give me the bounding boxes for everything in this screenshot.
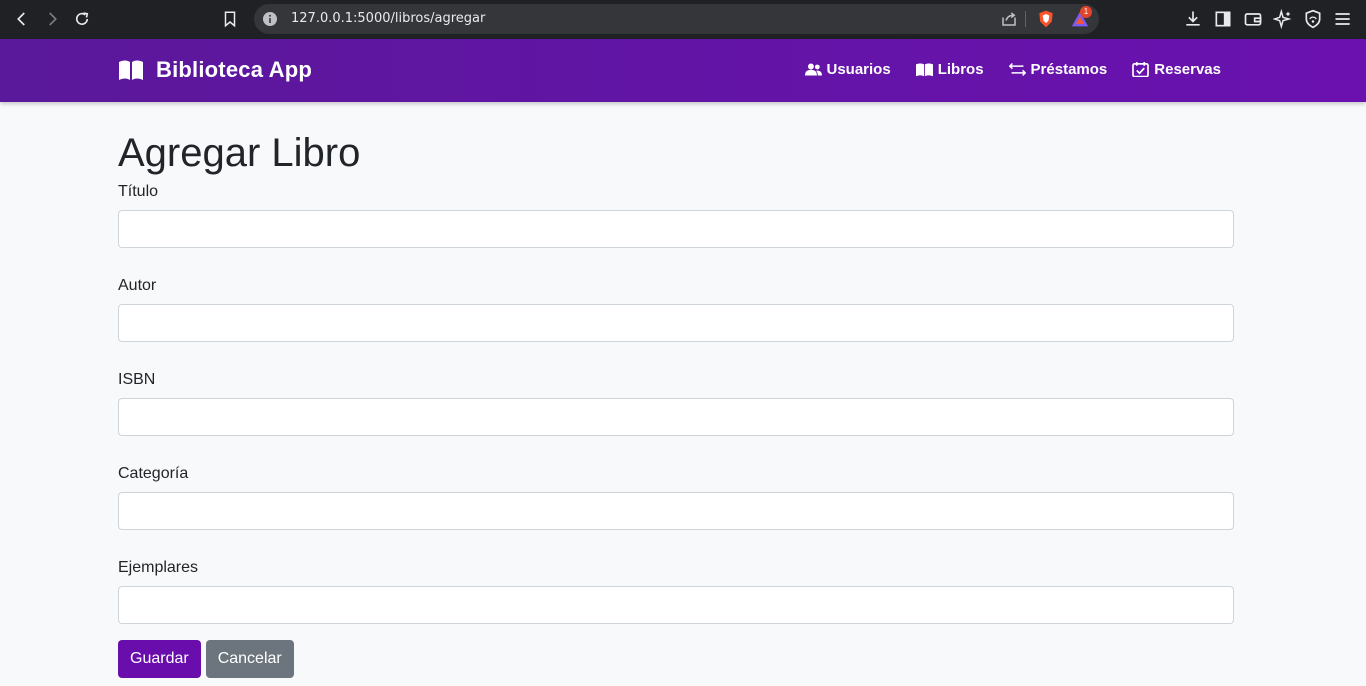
titulo-input[interactable] — [118, 210, 1234, 248]
bookmark-icon — [224, 11, 236, 28]
nav-link-label: Reservas — [1154, 61, 1221, 78]
brand-title: Biblioteca App — [156, 57, 312, 82]
downloads-button[interactable] — [1183, 9, 1203, 29]
vpn-button[interactable] — [1303, 9, 1323, 29]
url-text[interactable]: 127.0.0.1:5000/libros/agregar — [291, 11, 485, 26]
page-title: Agregar Libro — [118, 131, 361, 175]
sparkle-icon — [1272, 8, 1292, 30]
hamburger-menu-icon — [1335, 13, 1350, 25]
book-icon — [915, 63, 933, 77]
form-actions: Guardar Cancelar — [118, 640, 1234, 678]
nav-links: Usuarios Libros Préstamos Reservas — [780, 61, 1221, 78]
isbn-input[interactable] — [118, 398, 1234, 436]
nav-link-libros[interactable]: Libros — [915, 61, 984, 78]
nav-link-reservas[interactable]: Reservas — [1132, 61, 1221, 78]
main-content: Agregar Libro Título Autor ISBN Categorí… — [118, 102, 1234, 678]
back-button[interactable] — [10, 8, 34, 30]
sidebar-button[interactable] — [1213, 9, 1233, 29]
titulo-label: Título — [118, 183, 159, 200]
forward-button[interactable] — [40, 8, 64, 30]
form-group-autor: Autor — [118, 276, 1234, 342]
nav-link-label: Libros — [937, 61, 984, 78]
nav-link-label: Usuarios — [826, 61, 891, 78]
wallet-button[interactable] — [1243, 9, 1263, 29]
nav-link-label: Préstamos — [1030, 61, 1108, 78]
share-icon[interactable] — [1000, 10, 1018, 28]
bookmark-button[interactable] — [218, 8, 242, 30]
reload-icon — [75, 12, 89, 25]
download-icon — [1186, 11, 1200, 26]
autor-input[interactable] — [118, 304, 1234, 342]
browser-toolbar: 127.0.0.1:5000/libros/agregar 1 — [0, 0, 1366, 39]
brand-link[interactable]: Biblioteca App — [118, 57, 312, 83]
autor-label: Autor — [118, 277, 157, 294]
form-group-ejemplares: Ejemplares — [118, 558, 1234, 624]
form-group-titulo: Título — [118, 182, 1234, 248]
calendar-check-icon — [1132, 62, 1150, 77]
app-navbar: Biblioteca App Usuarios Libros Préstamos… — [0, 39, 1366, 102]
nav-link-usuarios[interactable]: Usuarios — [804, 61, 891, 78]
menu-button[interactable] — [1333, 9, 1353, 29]
exchange-icon — [1008, 63, 1026, 76]
info-icon[interactable] — [262, 11, 278, 27]
address-bar[interactable]: 127.0.0.1:5000/libros/agregar 1 — [254, 4, 1099, 34]
users-icon — [804, 63, 822, 76]
cancel-button[interactable]: Cancelar — [205, 640, 294, 678]
add-book-form: Título Autor ISBN Categoría Ejemplares G… — [118, 182, 1234, 678]
form-group-categoria: Categoría — [118, 464, 1234, 530]
rewards-badge: 1 — [1080, 6, 1092, 18]
sidebar-icon — [1215, 11, 1231, 27]
categoria-label: Categoría — [118, 465, 189, 482]
leo-ai-button[interactable] — [1272, 8, 1293, 30]
form-group-isbn: ISBN — [118, 370, 1234, 436]
ejemplares-label: Ejemplares — [118, 559, 199, 576]
vpn-shield-icon — [1305, 9, 1321, 29]
open-book-icon — [119, 60, 143, 80]
divider — [1025, 11, 1026, 27]
forward-arrow-icon — [49, 12, 57, 26]
wallet-icon — [1244, 13, 1262, 26]
reload-button[interactable] — [70, 8, 94, 30]
nav-link-prestamos[interactable]: Préstamos — [1008, 61, 1108, 78]
ejemplares-input[interactable] — [118, 586, 1234, 624]
brave-shield-icon[interactable] — [1036, 9, 1056, 29]
back-arrow-icon — [17, 12, 25, 26]
isbn-label: ISBN — [118, 371, 156, 388]
categoria-input[interactable] — [118, 492, 1234, 530]
save-button[interactable]: Guardar — [118, 640, 201, 678]
